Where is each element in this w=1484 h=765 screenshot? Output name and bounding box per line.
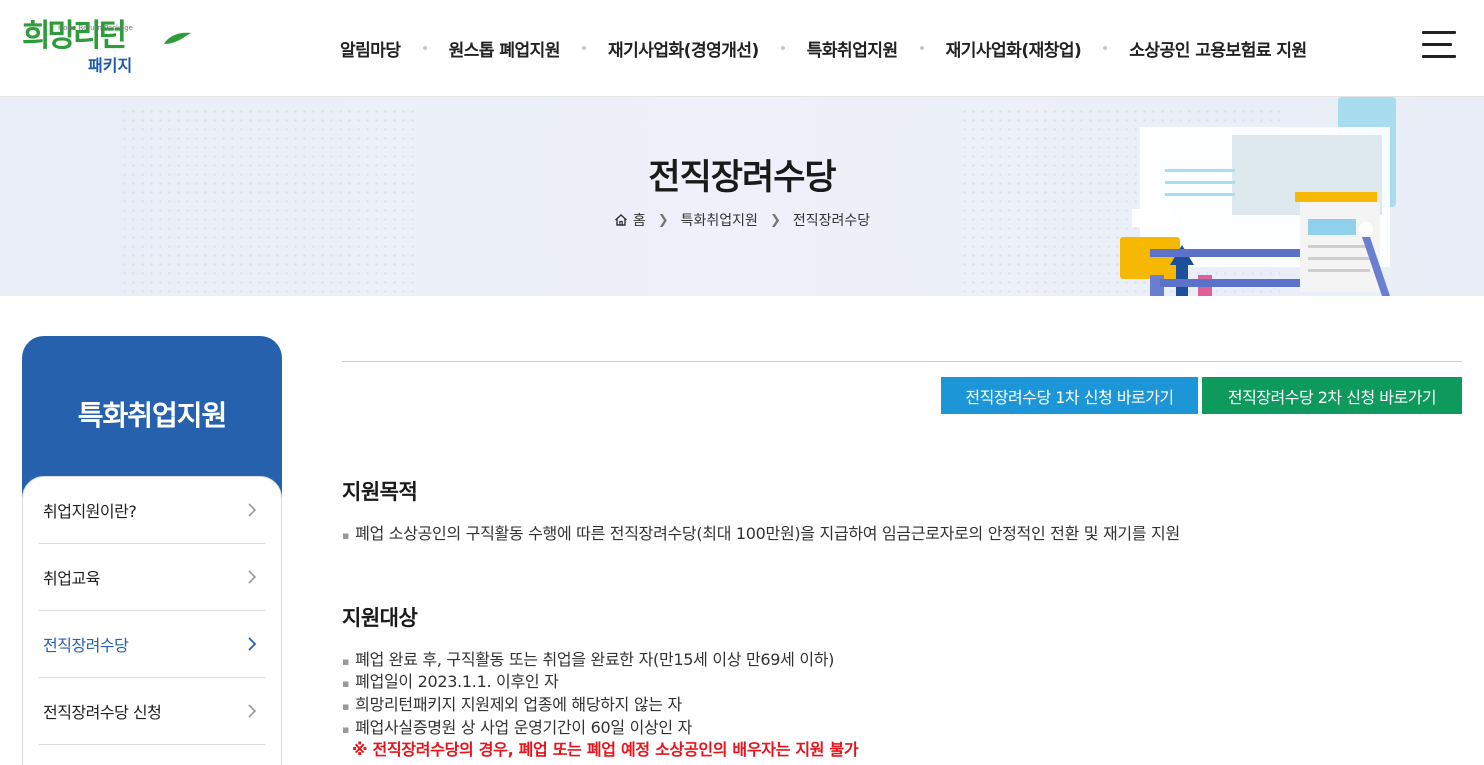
sidebar-menu: 취업지원이란? 취업교육 전직장려수당 전직장려수당 신청 bbox=[22, 476, 282, 765]
sidebar-item-label: 취업지원이란? bbox=[43, 502, 137, 521]
home-icon bbox=[614, 214, 627, 226]
apply-round1-button[interactable]: 전직장려수당 1차 신청 바로가기 bbox=[941, 377, 1198, 414]
list-item: ▪ 희망리턴패키지 지원제외 업종에 해당하지 않는 자 bbox=[342, 691, 682, 715]
sidebar-item-label: 전직장려수당 신청 bbox=[43, 703, 162, 722]
breadcrumb-home-label: 홈 bbox=[632, 213, 646, 229]
logo-package-text: 패키지 bbox=[88, 56, 133, 75]
chevron-right-icon: ❯ bbox=[657, 212, 669, 228]
sidebar-item-transfer-allowance-apply[interactable]: 전직장려수당 신청 bbox=[39, 678, 265, 745]
chevron-right-icon bbox=[248, 704, 257, 718]
sidebar-title: 특화취업지원 bbox=[77, 399, 228, 432]
bullet-marker: ▪ bbox=[342, 677, 350, 690]
sidebar-item-education[interactable]: 취업교육 bbox=[39, 544, 265, 611]
site-logo[interactable]: 희망리턴 Hope Return Package 패키지 bbox=[22, 16, 191, 76]
banner-dot-pattern bbox=[120, 107, 420, 296]
nav-separator bbox=[1103, 46, 1108, 50]
nav-item-business-improve[interactable]: 재기사업화(경영개선) bbox=[608, 36, 759, 61]
chevron-right-icon: ❯ bbox=[769, 212, 781, 228]
nav-separator bbox=[581, 46, 586, 50]
nav-item-notice[interactable]: 알림마당 bbox=[340, 36, 401, 61]
leaf-icon bbox=[164, 32, 191, 44]
list-item-text: 폐업일이 2023.1.1. 이후인 자 bbox=[355, 672, 559, 691]
chevron-right-icon bbox=[248, 570, 257, 584]
page-banner: 전직장려수당 홈 ❯ 특화취업지원 ❯ 전직장려수당 bbox=[0, 97, 1484, 296]
list-item-text: 폐업 완료 후, 구직활동 또는 취업을 완료한 자(만15세 이상 만69세 … bbox=[355, 650, 835, 669]
nav-separator bbox=[919, 46, 924, 50]
list-item: ▪ 폐업 완료 후, 구직활동 또는 취업을 완료한 자(만15세 이상 만69세… bbox=[342, 646, 834, 670]
nav-item-insurance[interactable]: 소상공인 고용보험료 지원 bbox=[1129, 36, 1307, 61]
list-item: ▪ 폐업 소상공인의 구직활동 수행에 따른 전직장려수당(최대 100만원)을 … bbox=[342, 520, 1180, 544]
nav-item-restart[interactable]: 재기사업화(재창업) bbox=[946, 36, 1082, 61]
apply-round2-button[interactable]: 전직장려수당 2차 신청 바로가기 bbox=[1202, 377, 1462, 414]
nav-item-closure-support[interactable]: 원스톱 폐업지원 bbox=[449, 36, 561, 61]
list-item: ▪ 폐업일이 2023.1.1. 이후인 자 bbox=[342, 668, 559, 692]
bullet-marker: ▪ bbox=[342, 723, 350, 736]
list-item-text: 희망리턴패키지 지원제외 업종에 해당하지 않는 자 bbox=[355, 695, 682, 714]
hamburger-menu-icon[interactable] bbox=[1422, 31, 1456, 59]
main-nav: 알림마당 원스톱 폐업지원 재기사업화(경영개선) 특화취업지원 재기사업화(재… bbox=[340, 28, 1307, 68]
sidebar-item-employment-info[interactable]: 취업지원이란? bbox=[39, 477, 265, 544]
sidebar-item-transfer-allowance[interactable]: 전직장려수당 bbox=[39, 611, 265, 678]
chevron-right-icon bbox=[248, 503, 257, 517]
breadcrumb-home[interactable]: 홈 bbox=[614, 210, 646, 230]
sidebar-item-label: 취업교육 bbox=[43, 569, 100, 588]
logo-sub-text: Hope Return Package bbox=[58, 24, 133, 32]
bullet-marker: ▪ bbox=[342, 700, 350, 713]
breadcrumb-level2[interactable]: 전직장려수당 bbox=[793, 210, 870, 230]
content-divider bbox=[342, 361, 1462, 362]
nav-separator bbox=[422, 46, 427, 50]
nav-item-employment-support[interactable]: 특화취업지원 bbox=[807, 36, 898, 61]
documents-illustration bbox=[1120, 97, 1396, 296]
bullet-marker: ▪ bbox=[342, 655, 350, 668]
section-title-purpose: 지원목적 bbox=[342, 480, 418, 504]
breadcrumb-level1[interactable]: 특화취업지원 bbox=[681, 210, 758, 230]
bullet-marker: ▪ bbox=[342, 529, 350, 542]
site-header: 희망리턴 Hope Return Package 패키지 알림마당 원스톱 폐업… bbox=[0, 0, 1484, 97]
side-navigation: 특화취업지원 취업지원이란? 취업교육 전직장려수당 전직장려수당 신청 bbox=[22, 336, 282, 765]
list-item-text: 폐업 소상공인의 구직활동 수행에 따른 전직장려수당(최대 100만원)을 지… bbox=[355, 524, 1180, 543]
list-item: ▪ 폐업사실증명원 상 사업 운영기간이 60일 이상인 자 bbox=[342, 714, 692, 738]
sidebar-item-label: 전직장려수당 bbox=[43, 636, 129, 655]
section-title-target: 지원대상 bbox=[342, 606, 418, 630]
chevron-right-icon bbox=[248, 637, 257, 651]
warning-note: ※ 전직장려수당의 경우, 폐업 또는 폐업 예정 소상공인의 배우자는 지원 … bbox=[352, 740, 859, 759]
nav-separator bbox=[780, 46, 785, 50]
list-item-text: 폐업사실증명원 상 사업 운영기간이 60일 이상인 자 bbox=[355, 718, 693, 737]
